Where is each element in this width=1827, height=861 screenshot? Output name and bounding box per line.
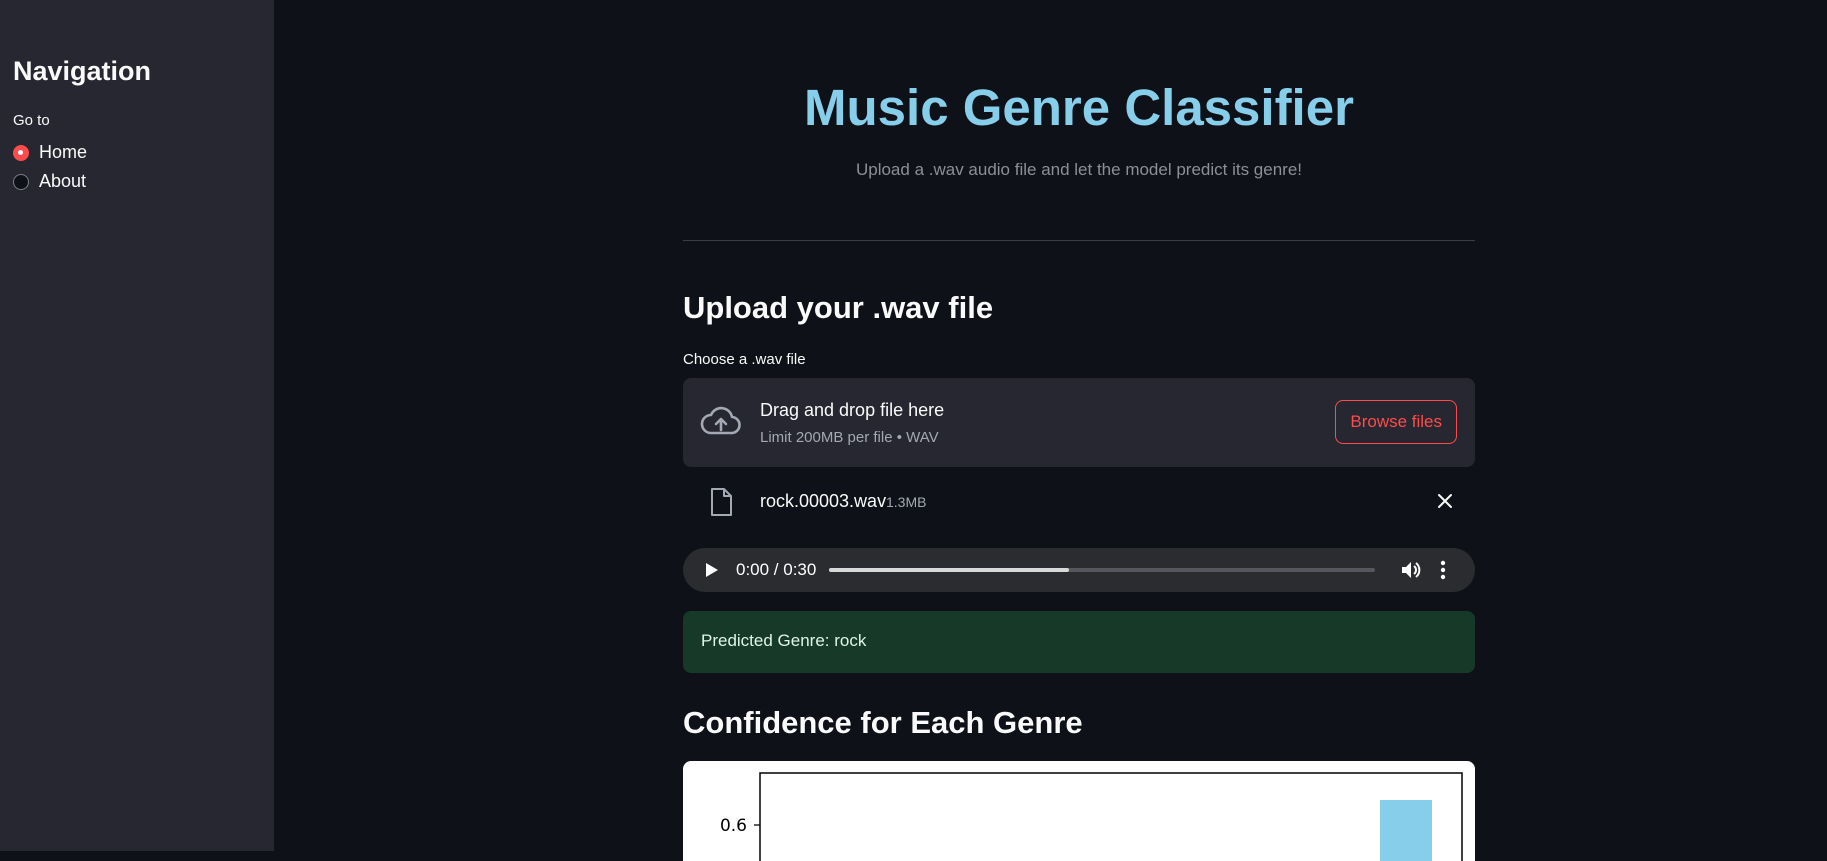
radio-option-home[interactable]: Home <box>13 142 87 163</box>
audio-progress-fill <box>829 568 1070 572</box>
dropzone-limit: Limit 200MB per file • WAV <box>760 429 939 446</box>
cloud-upload-icon <box>700 405 742 444</box>
chart-svg: 0.6 <box>720 772 1463 861</box>
browse-files-button[interactable]: Browse files <box>1335 400 1457 444</box>
file-dropzone[interactable]: Drag and drop file here Limit 200MB per … <box>683 378 1475 467</box>
play-icon[interactable] <box>705 562 719 583</box>
prediction-text: Predicted Genre: rock <box>701 631 867 650</box>
page-title: Music Genre Classifier <box>804 79 1354 136</box>
file-name: rock.00003.wav <box>760 491 887 511</box>
file-uploader-label: Choose a .wav file <box>683 351 806 368</box>
uploaded-file-row: rock.00003.wav 1.3MB <box>683 485 1475 519</box>
radio-option-label: About <box>39 171 87 191</box>
audio-progress-slider[interactable] <box>829 568 1375 572</box>
y-tick-label: 0.6 <box>720 816 747 836</box>
volume-icon[interactable] <box>1400 559 1422 586</box>
radio-unselected-icon[interactable] <box>13 173 29 190</box>
radio-option-about[interactable]: About <box>13 171 86 192</box>
confidence-heading: Confidence for Each Genre <box>683 705 1083 740</box>
audio-player[interactable]: 0:00 / 0:30 <box>683 548 1475 592</box>
audio-time: 0:00 / 0:30 <box>736 560 817 579</box>
radio-selected-icon[interactable] <box>13 144 29 161</box>
upload-heading: Upload your .wav file <box>683 290 994 325</box>
chart-bar <box>1380 800 1432 861</box>
prediction-alert: Predicted Genre: rock <box>683 611 1475 673</box>
confidence-chart: 0.6 <box>683 761 1475 861</box>
sidebar: Navigation Go to Home About <box>0 0 274 851</box>
divider <box>683 240 1475 241</box>
chart-plot-frame <box>759 772 1463 861</box>
more-options-icon[interactable] <box>1439 559 1447 586</box>
close-icon[interactable] <box>1435 491 1455 516</box>
radio-group-label: Go to <box>13 112 50 129</box>
dropzone-instructions: Drag and drop file here <box>760 400 945 420</box>
page-subtitle: Upload a .wav audio file and let the mod… <box>855 160 1303 179</box>
file-icon <box>709 487 733 522</box>
file-size: 1.3MB <box>886 494 927 510</box>
radio-option-label: Home <box>39 142 88 162</box>
sidebar-title: Navigation <box>13 56 152 86</box>
